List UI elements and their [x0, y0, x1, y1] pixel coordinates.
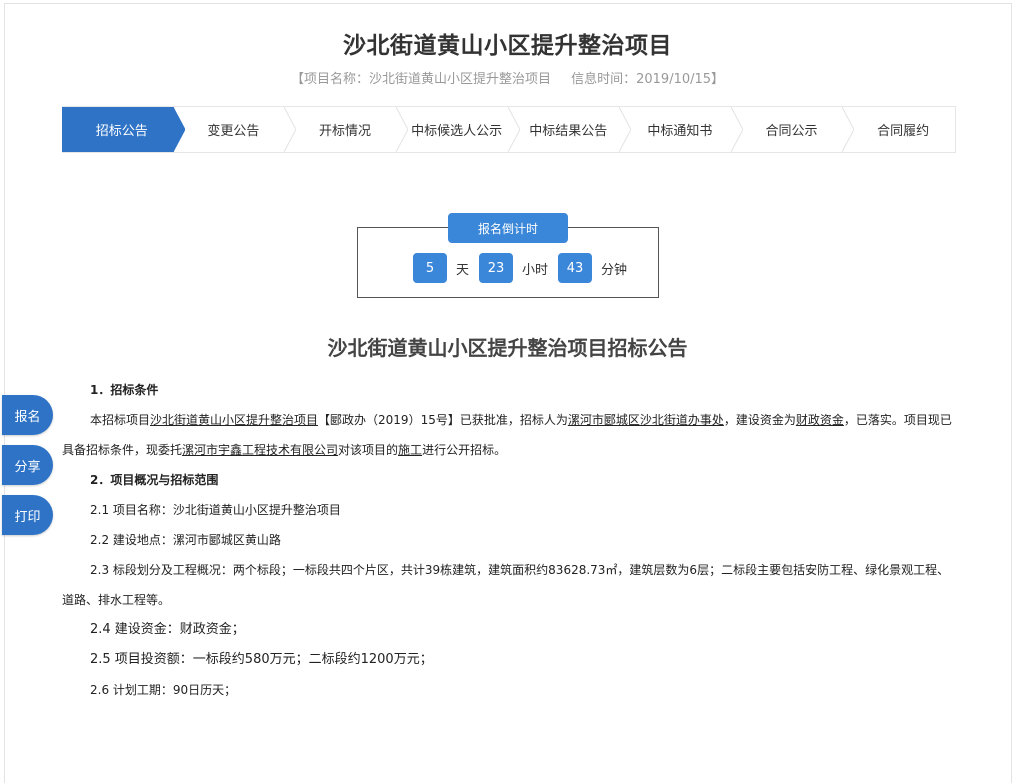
- step-separator-icon: [730, 107, 743, 152]
- step-tab-6[interactable]: 中标通知书: [620, 107, 743, 152]
- step-tab-3[interactable]: 开标情况: [285, 107, 408, 152]
- countdown-row: 5 天 23 小时 43 分钟: [413, 253, 637, 283]
- step-tab-5[interactable]: 中标结果公告: [508, 107, 632, 152]
- step-label: 合同公示: [765, 124, 818, 139]
- item-2-4: 2.4 建设资金：财政资金；: [90, 622, 245, 637]
- signup-button[interactable]: 报名: [2, 395, 53, 435]
- text-fragment: 对该项目的: [338, 443, 399, 457]
- step-separator-icon: [284, 107, 297, 152]
- item-2-3: 2.3 标段划分及工程概况：两个标段；一标段共四个片区，共计39栋建筑，建筑面积…: [62, 563, 950, 607]
- section-1-heading: 1．招标条件: [90, 383, 159, 397]
- step-label: 开标情况: [319, 124, 372, 139]
- tenderer-link[interactable]: 漯河市郾城区沙北街道办事处: [568, 413, 724, 427]
- section-1-paragraph: 本招标项目沙北街道黄山小区提升整治项目【郾政办（2019）15号】已获批准，招标…: [62, 405, 955, 465]
- project-name-meta: 【项目名称：沙北街道黄山小区提升整治项目: [290, 72, 551, 87]
- countdown-hours-unit: 小时: [522, 262, 549, 278]
- step-separator-icon: [842, 107, 855, 152]
- step-tab-1[interactable]: 招标公告: [62, 107, 185, 152]
- work-type-link[interactable]: 施工: [398, 443, 422, 457]
- text-fragment: 进行公开招标。: [422, 443, 507, 457]
- text-fragment: 【郾政办（2019）15号】已获批准，招标人为: [318, 413, 568, 427]
- agency-link[interactable]: 漯河市宇鑫工程技术有限公司: [182, 443, 338, 457]
- item-2-5: 2.5 项目投资额：一标段约580万元；二标段约1200万元；: [90, 652, 433, 667]
- step-label: 中标通知书: [647, 124, 713, 139]
- info-time: 信息时间：2019/10/15】: [571, 72, 725, 87]
- countdown-days-unit: 天: [456, 262, 470, 278]
- text-fragment: ，建设资金为: [723, 413, 796, 427]
- share-button[interactable]: 分享: [2, 445, 53, 485]
- countdown-minutes: 43: [558, 253, 593, 283]
- countdown-hours: 23: [479, 253, 514, 283]
- notice-content: 1．招标条件 本招标项目沙北街道黄山小区提升整治项目【郾政办（2019）15号】…: [62, 375, 955, 705]
- print-button[interactable]: 打印: [2, 495, 53, 535]
- step-tab-8[interactable]: 合同履约: [843, 107, 955, 152]
- step-label: 中标候选人公示: [411, 124, 503, 139]
- countdown-days: 5: [413, 253, 447, 283]
- step-label: 招标公告: [95, 124, 148, 139]
- item-2-2: 2.2 建设地点：漯河市郾城区黄山路: [90, 533, 281, 547]
- item-2-6: 2.6 计划工期：90日历天；: [90, 683, 237, 697]
- text-fragment: 本招标项目: [90, 413, 151, 427]
- step-separator-icon: [619, 107, 632, 152]
- section-2-heading: 2．项目概况与招标范围: [90, 473, 219, 487]
- item-2-1: 2.1 项目名称：沙北街道黄山小区提升整治项目: [90, 503, 341, 517]
- step-separator-icon: [507, 107, 520, 152]
- step-label: 中标结果公告: [529, 124, 608, 139]
- project-meta: 【项目名称：沙北街道黄山小区提升整治项目 信息时间：2019/10/15】: [0, 68, 1015, 87]
- step-label: 变更公告: [207, 124, 260, 139]
- step-tab-4[interactable]: 中标候选人公示: [396, 107, 520, 152]
- process-steps: 招标公告 变更公告 开标情况 中标候选人公示 中标结果公告 中标通知书 合同公示 合同履约: [62, 106, 956, 153]
- project-name-link[interactable]: 沙北街道黄山小区提升整治项目: [150, 413, 318, 427]
- step-label: 合同履约: [877, 124, 930, 139]
- step-tab-7[interactable]: 合同公示: [731, 107, 855, 152]
- step-tab-2[interactable]: 变更公告: [173, 107, 297, 152]
- step-separator-icon: [172, 107, 185, 152]
- countdown-minutes-unit: 分钟: [601, 262, 628, 278]
- countdown-title: 报名倒计时: [448, 213, 568, 243]
- notice-title: 沙北街道黄山小区提升整治项目招标公告: [327, 336, 688, 360]
- page-title: 沙北街道黄山小区提升整治项目: [343, 33, 672, 59]
- fund-link[interactable]: 财政资金: [796, 413, 844, 427]
